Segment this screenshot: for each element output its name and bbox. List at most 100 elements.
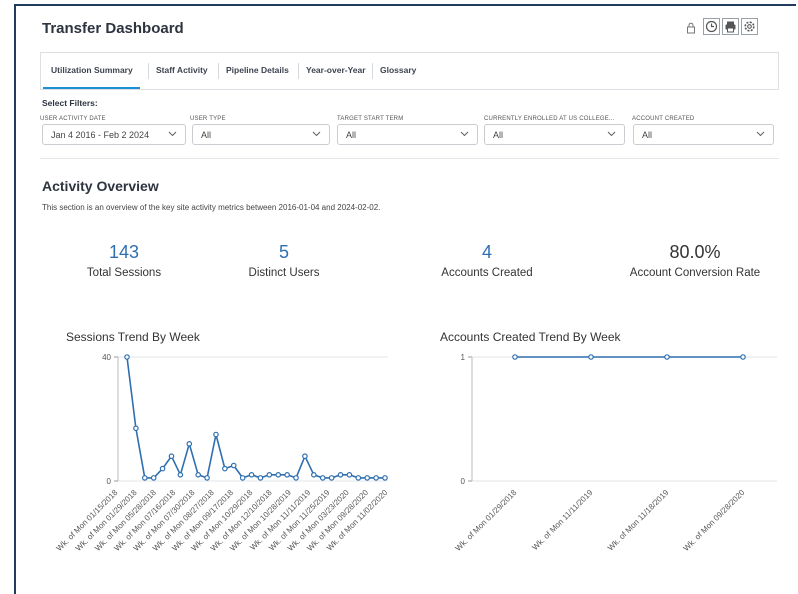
lock-icon[interactable] — [686, 22, 696, 34]
chevron-down-icon — [460, 131, 469, 137]
data-point — [512, 354, 518, 360]
dashboard-frame: Transfer Dashboard Utilization Summary S… — [14, 4, 796, 594]
tab-year-over-year[interactable]: Year-over-Year — [306, 65, 366, 75]
x-tick-label: Wk. of Mon 11/11/2019 — [530, 488, 594, 552]
tab-separator — [298, 63, 299, 79]
section-divider — [40, 158, 779, 159]
clock-icon — [705, 20, 718, 33]
data-point — [150, 475, 157, 481]
data-point — [186, 441, 193, 447]
data-point — [141, 475, 148, 481]
tab-separator — [218, 63, 219, 79]
data-point — [248, 472, 255, 478]
chevron-down-icon — [168, 131, 177, 137]
account-created-select[interactable]: All — [633, 124, 774, 145]
tab-separator — [148, 63, 149, 79]
print-button[interactable] — [722, 18, 739, 35]
kpi-value: 4 — [481, 242, 492, 262]
accounts-chart-title: Accounts Created Trend By Week — [440, 330, 621, 344]
target-start-term-select[interactable]: All — [337, 124, 478, 145]
dashboard-content: Transfer Dashboard Utilization Summary S… — [32, 6, 786, 594]
kpi-label: Accounts Created — [441, 267, 533, 279]
kpi-account-conversion-rate: 80.0% Account Conversion Rate — [610, 242, 780, 279]
data-point — [311, 472, 317, 478]
kpi-value: 80.0% — [669, 242, 721, 262]
kpi-value: 5 — [278, 242, 289, 262]
x-tick-label: Wk. of Mon 11/18/2019 — [606, 488, 671, 553]
print-icon — [725, 21, 736, 33]
data-point — [284, 472, 290, 478]
data-point — [382, 475, 388, 481]
y-tick-label: 1 — [461, 353, 466, 362]
chevron-down-icon — [607, 131, 616, 137]
data-point — [364, 475, 371, 481]
tab-separator — [372, 63, 373, 79]
data-point — [328, 475, 335, 481]
tab-glossary[interactable]: Glossary — [380, 65, 416, 75]
kpi-label: Distinct Users — [248, 267, 320, 279]
data-point — [302, 453, 308, 460]
sessions-trend-chart: 040Wk. of Mon 01/15/2018Wk. of Mon 01/29… — [55, 353, 390, 553]
section-title: Activity Overview — [42, 178, 159, 194]
select-value: All — [642, 130, 653, 140]
y-tick-label: 0 — [461, 477, 466, 486]
data-point — [293, 475, 299, 481]
select-value: All — [493, 130, 504, 140]
data-point — [177, 472, 184, 478]
tab-staff-activity[interactable]: Staff Activity — [156, 65, 208, 75]
filter-label-account-created: ACCOUNT CREATED — [632, 116, 695, 122]
data-point — [133, 425, 139, 432]
select-value: All — [201, 130, 212, 140]
tab-pipeline-details[interactable]: Pipeline Details — [226, 65, 289, 75]
data-point — [740, 354, 746, 360]
data-point — [319, 475, 326, 481]
chevron-down-icon — [312, 131, 321, 137]
x-tick-label: Wk. of Mon 01/29/2018 — [454, 488, 519, 553]
filters-title: Select Filters: — [42, 98, 98, 108]
tab-utilization-summary[interactable]: Utilization Summary — [51, 65, 133, 75]
series-line — [126, 356, 385, 479]
data-point — [275, 472, 282, 478]
kpi-label: Account Conversion Rate — [629, 267, 761, 279]
data-point — [266, 472, 273, 478]
data-point — [346, 472, 353, 478]
currently-enrolled-select[interactable]: All — [484, 124, 625, 145]
y-tick-label: 0 — [107, 477, 112, 486]
chevron-down-icon — [756, 131, 765, 137]
data-point — [355, 475, 362, 481]
filter-label-user-activity-date: USER ACTIVITY DATE — [40, 116, 106, 122]
data-point — [204, 475, 210, 481]
x-tick-label: Wk. of Mon 09/28/2020 — [682, 488, 747, 553]
kpi-value: 143 — [108, 242, 140, 262]
kpi-accounts-created: 4 Accounts Created — [417, 242, 557, 279]
user-type-select[interactable]: All — [192, 124, 330, 145]
filter-label-user-type: USER TYPE — [190, 116, 226, 122]
data-point — [213, 431, 219, 438]
tab-bar: Utilization Summary Staff Activity Pipel… — [40, 52, 779, 90]
kpi-distinct-users: 5 Distinct Users — [214, 242, 354, 279]
data-point — [588, 354, 594, 360]
data-point — [168, 453, 175, 460]
select-value: Jan 4 2016 - Feb 2 2024 — [51, 130, 150, 140]
data-point — [257, 475, 264, 481]
data-point — [230, 462, 237, 469]
page-title: Transfer Dashboard — [42, 20, 184, 37]
gear-icon — [744, 21, 755, 32]
settings-button[interactable] — [741, 18, 758, 35]
sessions-chart-title: Sessions Trend By Week — [66, 330, 200, 344]
data-point — [159, 465, 166, 472]
data-point — [124, 354, 130, 360]
filter-label-target-start-term: TARGET START TERM — [337, 116, 404, 122]
user-activity-date-select[interactable]: Jan 4 2016 - Feb 2 2024 — [42, 124, 186, 145]
y-tick-label: 40 — [102, 353, 111, 362]
data-point — [337, 472, 344, 478]
history-button[interactable] — [703, 18, 720, 35]
section-description: This section is an overview of the key s… — [42, 203, 381, 212]
active-tab-indicator — [43, 87, 140, 89]
data-point — [239, 475, 246, 481]
select-value: All — [346, 130, 357, 140]
data-point — [373, 475, 379, 481]
data-point — [222, 465, 228, 472]
kpi-total-sessions: 143 Total Sessions — [54, 242, 194, 279]
data-point — [664, 354, 670, 360]
